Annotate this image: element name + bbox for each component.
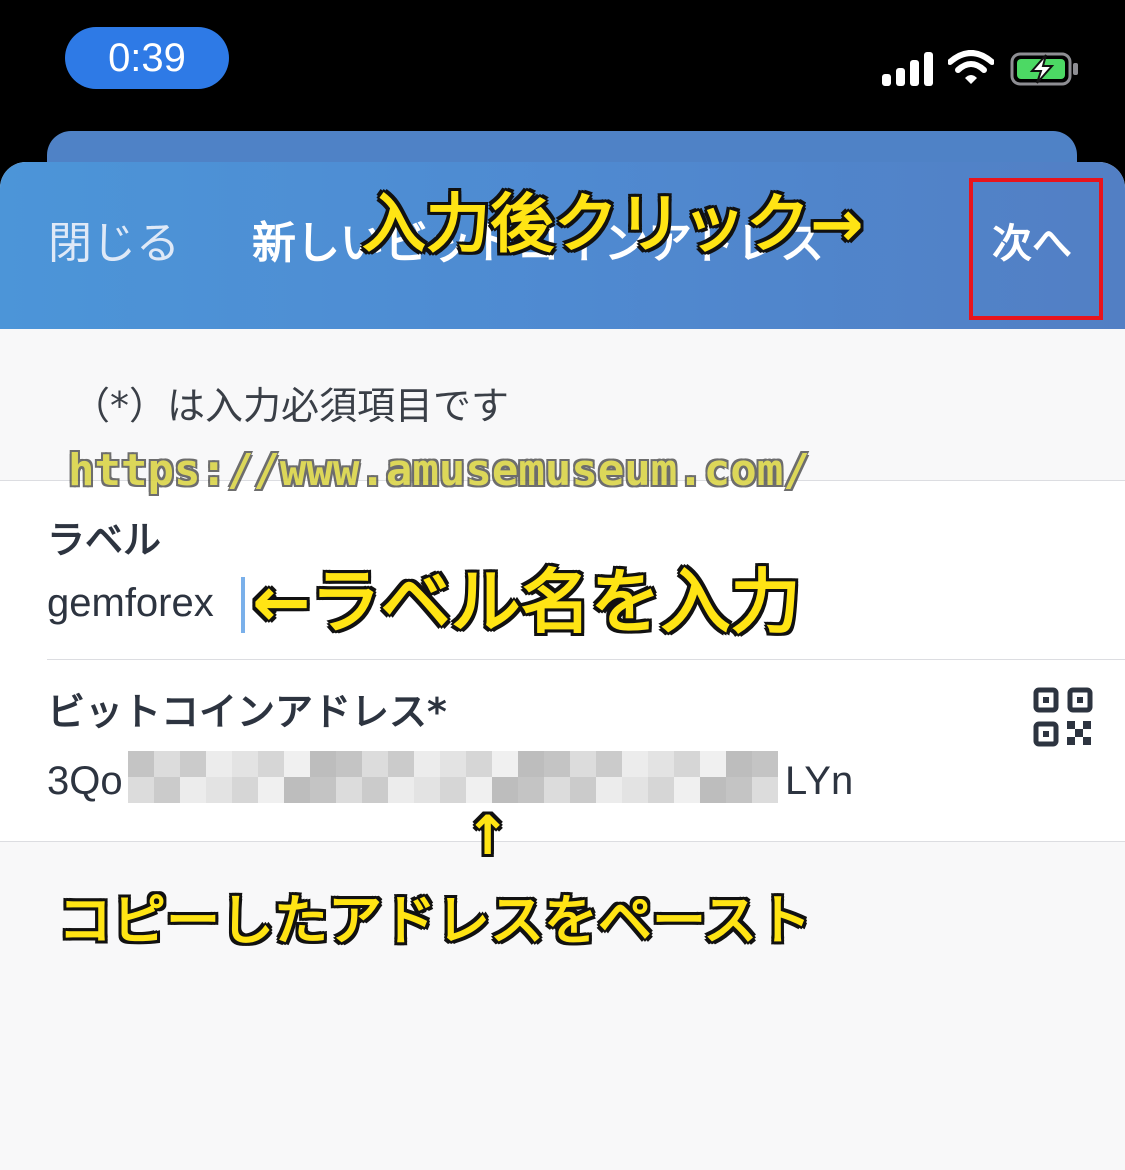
address-input-prefix[interactable]: 3Qo bbox=[47, 756, 123, 806]
site-watermark: https://www.amusemuseum.com/ bbox=[68, 445, 810, 496]
highlight-box bbox=[969, 178, 1103, 320]
status-time: 0:39 bbox=[65, 27, 229, 89]
label-input[interactable]: gemforex bbox=[47, 578, 214, 628]
close-button[interactable]: 閉じる bbox=[48, 214, 180, 274]
new-address-sheet: 閉じる 新しいビットコインアドレス 次へ （*）は入力必須項目です ラベル ge… bbox=[0, 162, 1125, 1170]
address-input-suffix[interactable]: LYn bbox=[785, 756, 853, 806]
address-mosaic[interactable] bbox=[128, 751, 782, 803]
annotation-paste-hint: コピーしたアドレスをペースト bbox=[58, 889, 812, 952]
address-field-label: ビットコインアドレス* bbox=[47, 690, 447, 734]
annotation-label-hint: ←ラベル名を入力 bbox=[252, 561, 801, 643]
status-bar: 0:39 bbox=[0, 0, 1125, 135]
qr-code-scan-icon[interactable] bbox=[1033, 687, 1093, 747]
label-field-label: ラベル bbox=[47, 518, 162, 562]
wifi-icon bbox=[948, 50, 994, 84]
cellular-signal-icon bbox=[882, 52, 934, 86]
required-note: （*）は入力必須項目です bbox=[72, 384, 510, 428]
address-form: ラベル gemforex ビットコインアドレス* 3Qo LYn bbox=[0, 480, 1125, 842]
text-caret bbox=[241, 577, 245, 633]
annotation-up-arrow: ↑ bbox=[465, 804, 511, 867]
battery-charging-icon bbox=[1010, 52, 1078, 86]
annotation-tap-next: 入力後クリック→ bbox=[362, 188, 864, 262]
field-divider bbox=[47, 659, 1125, 660]
